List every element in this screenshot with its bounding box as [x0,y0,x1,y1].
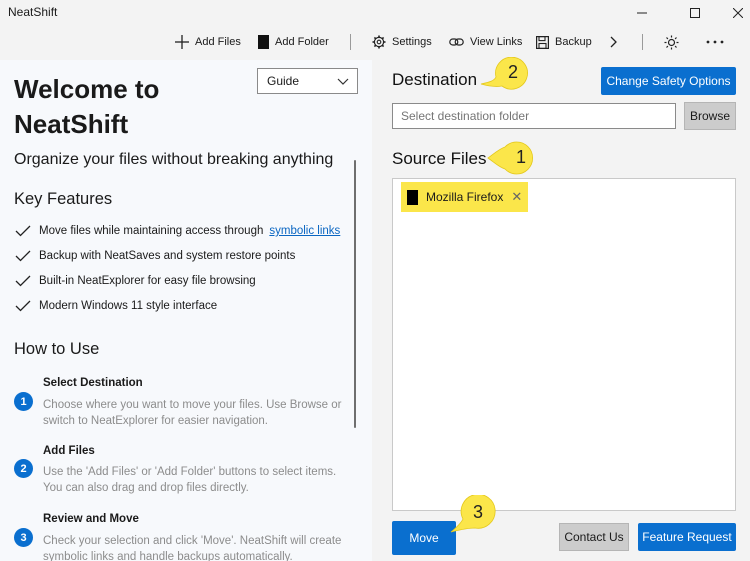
settings-button[interactable]: Settings [372,28,432,56]
sun-icon [664,35,679,49]
welcome-panel: Welcome to NeatShift Guide Organize your… [0,60,372,561]
callout-number: 3 [472,502,483,522]
checkmark-icon [15,300,31,312]
view-links-label: View Links [470,36,523,48]
folder-icon [258,35,269,49]
callout-number: 1 [515,147,526,167]
tagline: Organize your files without breaking any… [14,151,334,168]
source-files-heading: Source Files [392,149,487,168]
contact-us-button[interactable]: Contact Us [559,523,629,551]
feature-text: Modern Windows 11 style interface [39,300,218,312]
change-safety-options-button[interactable]: Change Safety Options [601,67,736,95]
checkmark-icon [15,225,31,237]
more-toolbar-chevron[interactable] [610,28,618,56]
chevron-right-icon [610,36,617,48]
step-description: Choose where you want to move your files… [43,399,342,427]
source-files-list[interactable]: Mozilla Firefox ✕ [392,178,736,511]
symbolic-links-link[interactable]: symbolic links [269,225,340,237]
move-panel: Destination Change Safety Options Browse… [372,60,750,561]
backup-button[interactable]: Backup [536,28,592,56]
browse-button[interactable]: Browse [684,102,736,130]
close-icon [733,8,743,18]
backup-label: Backup [555,36,592,48]
source-file-name: Mozilla Firefox [426,190,504,204]
file-icon [407,189,418,205]
theme-toggle-button[interactable] [664,28,679,56]
feature-text: Move files while maintaining access thro… [39,225,264,237]
feature-text: Backup with NeatSaves and system restore… [39,250,296,262]
feature-item: Move files while maintaining access thro… [14,222,340,240]
more-icon [706,40,724,44]
callout-number: 2 [507,62,518,82]
step-number: 1 [14,392,33,411]
checkmark-icon [15,275,31,287]
settings-label: Settings [392,36,432,48]
add-folder-label: Add Folder [275,36,329,48]
step-description: Check your selection and click 'Move'. N… [43,535,342,561]
step-number: 2 [14,459,33,478]
plus-icon [175,35,189,49]
add-files-button[interactable]: Add Files [175,28,241,56]
chevron-down-icon [337,78,349,85]
toolbar-divider [350,34,351,50]
more-options-button[interactable] [706,28,724,56]
move-button[interactable]: Move [392,521,456,555]
destination-input[interactable] [392,103,676,129]
link-icon [449,38,464,46]
destination-heading: Destination [392,70,478,89]
step-title: Select Destination [43,377,143,389]
add-folder-button[interactable]: Add Folder [258,28,329,56]
feature-item: Backup with NeatSaves and system restore… [14,247,295,265]
source-file-item[interactable]: Mozilla Firefox ✕ [401,182,529,212]
feature-text: Built-in NeatExplorer for easy file brow… [39,275,256,287]
guide-dropdown[interactable]: Guide [257,68,358,94]
step-description: Use the 'Add Files' or 'Add Folder' butt… [43,466,337,494]
gear-icon [372,35,386,49]
features-heading: Key Features [14,190,113,208]
step-title: Add Files [43,445,95,457]
app-title: NeatShift [8,5,58,19]
add-files-label: Add Files [195,36,241,48]
howto-heading: How to Use [14,340,100,358]
view-links-button[interactable]: View Links [449,28,522,56]
step-title: Review and Move [43,513,139,525]
title-bar: NeatShift [0,0,750,26]
scrollbar[interactable] [354,160,356,428]
remove-file-icon[interactable]: ✕ [511,189,522,205]
checkmark-icon [15,250,31,262]
minimize-icon [637,12,647,14]
maximize-button[interactable] [673,0,717,26]
save-icon [536,35,549,49]
feature-request-button[interactable]: Feature Request [638,523,736,551]
minimize-button[interactable] [620,0,664,26]
toolbar-divider-2 [642,34,643,50]
welcome-title: Welcome to NeatShift [14,74,160,139]
guide-dropdown-value: Guide [267,74,300,88]
maximize-icon [690,8,700,18]
feature-item: Modern Windows 11 style interface [14,297,217,315]
feature-item: Built-in NeatExplorer for easy file brow… [14,272,256,290]
step-number: 3 [14,528,33,547]
toolbar: Add Files Add Folder Settings View Links… [0,28,750,56]
close-button[interactable] [716,0,750,26]
